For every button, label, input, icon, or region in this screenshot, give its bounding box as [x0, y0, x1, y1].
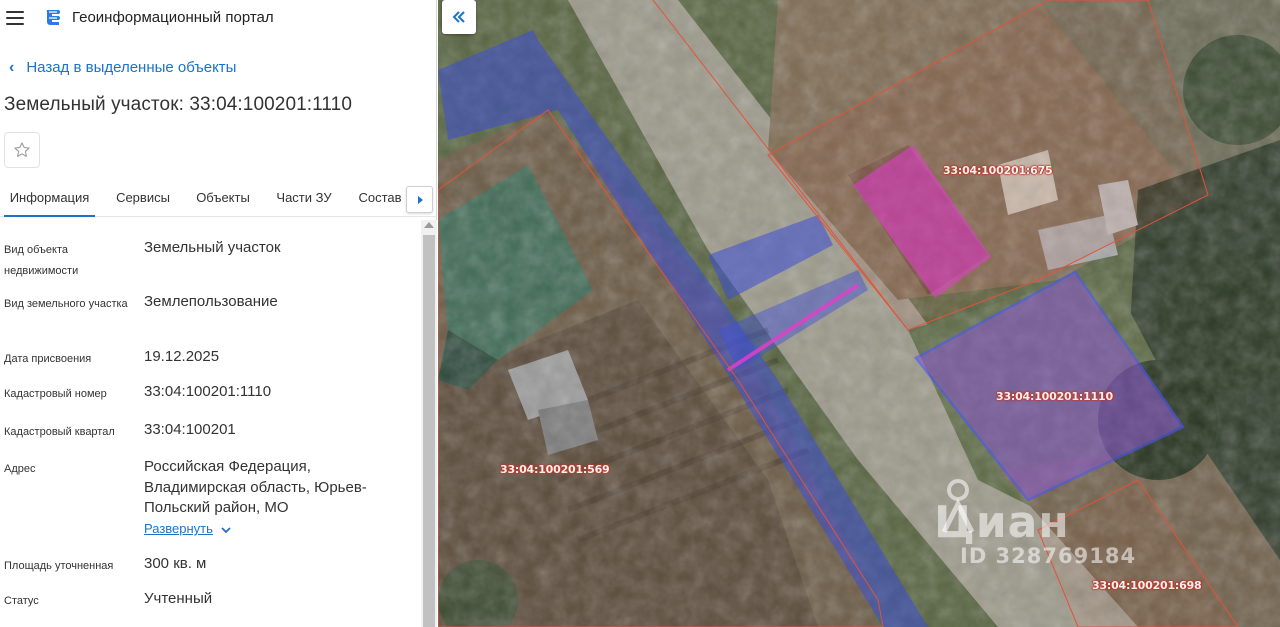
star-icon — [14, 142, 30, 157]
property-value: 33:04:100201:1110 — [144, 383, 272, 400]
watermark-pin-icon — [941, 479, 975, 534]
property-label: Площадь уточненная — [4, 560, 114, 572]
property-value: Учтенный — [144, 590, 213, 607]
favorite-button[interactable] — [4, 132, 40, 168]
property-value: 19.12.2025 — [144, 348, 220, 365]
caret-right-icon — [417, 195, 423, 204]
property-value: 300 кв. м — [144, 555, 207, 572]
chevron-left-icon: ‹ — [9, 58, 15, 76]
double-chevron-left-icon — [452, 11, 465, 23]
property-label: Адрес — [4, 463, 36, 475]
satellite-map[interactable] — [438, 0, 1280, 627]
tab-composition[interactable]: Состав — [352, 180, 408, 217]
top-bar: Геоинформационный портал — [0, 0, 437, 36]
tabs-scroll-right-button[interactable] — [406, 186, 433, 213]
property-label: Кадастровый номер — [4, 388, 107, 400]
map-view[interactable]: 33:04:100201:675 33:04:100201:1110 33:04… — [438, 0, 1280, 627]
property-value: Землепользование — [144, 293, 278, 310]
back-link-label: Назад в выделенные объекты — [26, 59, 237, 76]
parcel-label-1110[interactable]: 33:04:100201:1110 — [996, 390, 1113, 403]
tab-objects[interactable]: Объекты — [189, 180, 257, 217]
hamburger-menu-icon[interactable] — [6, 11, 24, 25]
property-value: Земельный участок — [144, 239, 281, 256]
parcel-label-569[interactable]: 33:04:100201:569 — [500, 463, 610, 476]
object-title: Земельный участок: 33:04:100201:1110 — [4, 94, 353, 115]
property-label: Вид земельного участка — [4, 298, 128, 310]
tab-parts[interactable]: Части ЗУ — [270, 180, 338, 217]
scroll-up-arrow-icon[interactable] — [424, 222, 434, 228]
info-panel: Геоинформационный портал ‹ Назад в выдел… — [0, 0, 437, 627]
property-label: Статус — [4, 595, 39, 607]
collapse-panel-button[interactable] — [442, 0, 476, 34]
parcel-label-698[interactable]: 33:04:100201:698 — [1092, 579, 1202, 592]
tab-services[interactable]: Сервисы — [107, 180, 179, 217]
tab-bar: Информация Сервисы Объекты Части ЗУ Сост… — [0, 180, 437, 217]
parcel-label-675[interactable]: 33:04:100201:675 — [943, 164, 1053, 177]
chevron-down-icon[interactable] — [220, 525, 232, 535]
scrollbar-thumb[interactable] — [423, 235, 435, 627]
portal-logo-icon — [46, 10, 60, 25]
back-to-selected-link[interactable]: ‹ Назад в выделенные объекты — [9, 59, 236, 76]
panel-scrollbar[interactable] — [421, 220, 437, 627]
property-value: 33:04:100201 — [144, 421, 236, 438]
tab-information[interactable]: Информация — [4, 180, 95, 217]
portal-title: Геоинформационный портал — [72, 9, 274, 26]
app-root: Геоинформационный портал ‹ Назад в выдел… — [0, 0, 1280, 627]
property-label: Дата присвоения — [4, 353, 92, 365]
expand-address-link[interactable]: Развернуть — [144, 521, 213, 536]
property-label: Вид объекта недвижимости — [4, 244, 79, 277]
property-label: Кадастровый квартал — [4, 426, 115, 438]
property-value: Российская Федерация, Владимирская облас… — [144, 458, 367, 516]
